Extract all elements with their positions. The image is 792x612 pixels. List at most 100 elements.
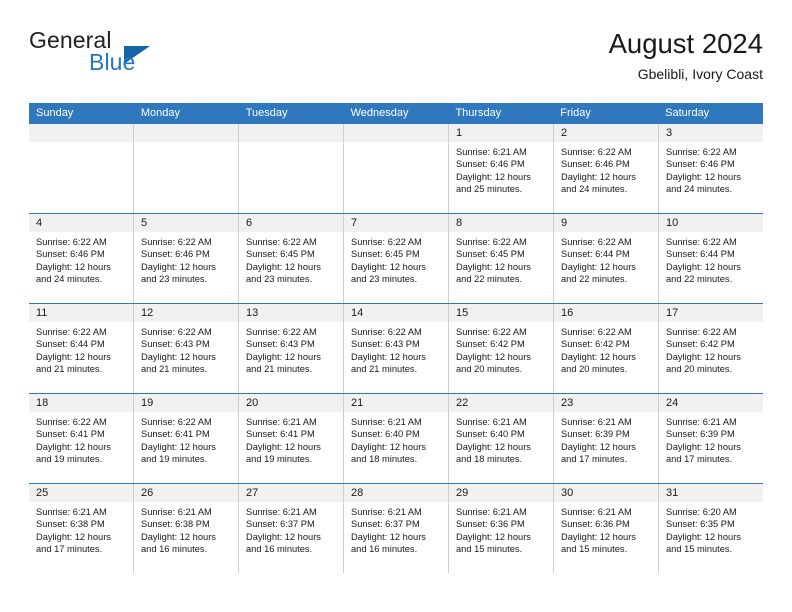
calendar-day-cell[interactable]: 6 Sunrise: 6:22 AM Sunset: 6:45 PM Daylight…	[239, 214, 344, 303]
day-number: 1	[456, 127, 463, 139]
calendar-day-cell[interactable]: 28 Sunrise: 6:21 AM Sunset: 6:37 PM Dayligh…	[344, 484, 449, 573]
calendar-day-cell-empty	[239, 124, 344, 213]
day-details: Sunrise: 6:21 AM Sunset: 6:40 PM Daylight:…	[449, 412, 553, 465]
sunrise-time: Sunrise: 6:22 AM	[351, 237, 422, 247]
daylight-duration-line2: and 16 minutes.	[246, 543, 313, 554]
day-number: 31	[666, 487, 679, 499]
calendar-day-cell[interactable]: 30 Sunrise: 6:21 AM Sunset: 6:36 PM Dayligh…	[554, 484, 659, 573]
weekday-header-saturday: Saturday	[665, 107, 710, 119]
sunrise-time: Sunrise: 6:21 AM	[246, 507, 317, 517]
sunset-time: Sunset: 6:43 PM	[246, 339, 315, 350]
calendar-day-cell[interactable]: 26 Sunrise: 6:21 AM Sunset: 6:38 PM Dayligh…	[134, 484, 239, 573]
calendar-day-cell[interactable]: 10 Sunrise: 6:22 AM Sunset: 6:44 PM Dayligh…	[659, 214, 763, 303]
day-number-bar	[239, 124, 343, 142]
daylight-duration-line1: Daylight: 12 hours	[246, 531, 321, 542]
day-number-bar	[344, 124, 448, 142]
calendar-day-cell[interactable]: 21 Sunrise: 6:21 AM Sunset: 6:40 PM Dayligh…	[344, 394, 449, 483]
sunset-time: Sunset: 6:42 PM	[456, 339, 525, 350]
calendar-day-cell[interactable]: 7 Sunrise: 6:22 AM Sunset: 6:45 PM Daylight…	[344, 214, 449, 303]
calendar-day-cell[interactable]: 2 Sunrise: 6:22 AM Sunset: 6:46 PM Daylight…	[554, 124, 659, 213]
daylight-duration-line2: and 15 minutes.	[456, 543, 523, 554]
calendar-day-cell[interactable]: 27 Sunrise: 6:21 AM Sunset: 6:37 PM Dayligh…	[239, 484, 344, 573]
calendar-day-cell[interactable]: 4 Sunrise: 6:22 AM Sunset: 6:46 PM Daylight…	[29, 214, 134, 303]
day-details: Sunrise: 6:22 AM Sunset: 6:43 PM Daylight:…	[134, 322, 238, 375]
calendar-day-cell[interactable]: 12 Sunrise: 6:22 AM Sunset: 6:43 PM Dayligh…	[134, 304, 239, 393]
daylight-duration-line2: and 22 minutes.	[456, 273, 523, 284]
daylight-duration-line1: Daylight: 12 hours	[36, 531, 111, 542]
day-number: 3	[666, 127, 673, 139]
day-number-bar: 8	[449, 214, 553, 232]
sunrise-time: Sunrise: 6:22 AM	[666, 327, 737, 337]
calendar-day-cell[interactable]: 9 Sunrise: 6:22 AM Sunset: 6:44 PM Daylight…	[554, 214, 659, 303]
calendar-day-cell[interactable]: 14 Sunrise: 6:22 AM Sunset: 6:43 PM Dayligh…	[344, 304, 449, 393]
day-number-bar: 24	[659, 394, 763, 412]
day-number-bar: 18	[29, 394, 133, 412]
day-details: Sunrise: 6:22 AM Sunset: 6:42 PM Daylight:…	[554, 322, 658, 375]
sunset-time: Sunset: 6:36 PM	[456, 519, 525, 530]
sunset-time: Sunset: 6:43 PM	[141, 339, 210, 350]
calendar-day-cell[interactable]: 16 Sunrise: 6:22 AM Sunset: 6:42 PM Dayligh…	[554, 304, 659, 393]
sunrise-time: Sunrise: 6:22 AM	[456, 237, 527, 247]
sunrise-time: Sunrise: 6:21 AM	[456, 507, 527, 517]
weekday-header-monday: Monday	[140, 107, 180, 119]
day-number: 30	[561, 487, 574, 499]
daylight-duration-line2: and 24 minutes.	[561, 183, 628, 194]
day-number-bar: 23	[554, 394, 658, 412]
calendar-day-cell[interactable]: 20 Sunrise: 6:21 AM Sunset: 6:41 PM Dayligh…	[239, 394, 344, 483]
sunrise-time: Sunrise: 6:22 AM	[141, 327, 212, 337]
day-details: Sunrise: 6:22 AM Sunset: 6:44 PM Daylight:…	[659, 232, 763, 285]
calendar-day-cell[interactable]: 13 Sunrise: 6:22 AM Sunset: 6:43 PM Dayligh…	[239, 304, 344, 393]
sunrise-time: Sunrise: 6:21 AM	[561, 417, 632, 427]
day-details: Sunrise: 6:21 AM Sunset: 6:46 PM Daylight:…	[449, 142, 553, 195]
day-number-bar: 11	[29, 304, 133, 322]
day-number: 9	[561, 217, 568, 229]
sunrise-time: Sunrise: 6:22 AM	[36, 237, 107, 247]
sunset-time: Sunset: 6:37 PM	[246, 519, 315, 530]
calendar-day-cell[interactable]: 8 Sunrise: 6:22 AM Sunset: 6:45 PM Daylight…	[449, 214, 554, 303]
sunset-time: Sunset: 6:42 PM	[561, 339, 630, 350]
calendar-day-cell[interactable]: 31 Sunrise: 6:20 AM Sunset: 6:35 PM Dayligh…	[659, 484, 763, 573]
day-details: Sunrise: 6:21 AM Sunset: 6:36 PM Daylight:…	[554, 502, 658, 555]
calendar-page: General Blue August 2024 Gbelibli, Ivory…	[0, 0, 792, 612]
calendar-day-cell[interactable]: 1 Sunrise: 6:21 AM Sunset: 6:46 PM Daylight…	[449, 124, 554, 213]
calendar-day-cell[interactable]: 18 Sunrise: 6:22 AM Sunset: 6:41 PM Dayligh…	[29, 394, 134, 483]
day-details: Sunrise: 6:22 AM Sunset: 6:45 PM Daylight:…	[344, 232, 448, 285]
day-number-bar: 25	[29, 484, 133, 502]
calendar-day-cell[interactable]: 29 Sunrise: 6:21 AM Sunset: 6:36 PM Dayligh…	[449, 484, 554, 573]
day-number-bar: 30	[554, 484, 658, 502]
calendar-day-cell[interactable]: 22 Sunrise: 6:21 AM Sunset: 6:40 PM Dayligh…	[449, 394, 554, 483]
calendar-day-cell[interactable]: 17 Sunrise: 6:22 AM Sunset: 6:42 PM Dayligh…	[659, 304, 763, 393]
day-number: 19	[141, 397, 154, 409]
calendar-day-cell[interactable]: 3 Sunrise: 6:22 AM Sunset: 6:46 PM Daylight…	[659, 124, 763, 213]
daylight-duration-line2: and 24 minutes.	[36, 273, 103, 284]
day-number: 14	[351, 307, 364, 319]
calendar-day-cell[interactable]: 19 Sunrise: 6:22 AM Sunset: 6:41 PM Dayligh…	[134, 394, 239, 483]
calendar-day-cell[interactable]: 15 Sunrise: 6:22 AM Sunset: 6:42 PM Dayligh…	[449, 304, 554, 393]
day-details: Sunrise: 6:22 AM Sunset: 6:43 PM Daylight:…	[239, 322, 343, 375]
calendar-day-cell[interactable]: 5 Sunrise: 6:22 AM Sunset: 6:46 PM Daylight…	[134, 214, 239, 303]
calendar-day-cell[interactable]: 24 Sunrise: 6:21 AM Sunset: 6:39 PM Dayligh…	[659, 394, 763, 483]
sunrise-time: Sunrise: 6:21 AM	[456, 417, 527, 427]
weekday-header-row: Sunday Monday Tuesday Wednesday Thursday…	[29, 103, 763, 124]
sunset-time: Sunset: 6:40 PM	[351, 429, 420, 440]
daylight-duration-line1: Daylight: 12 hours	[456, 261, 531, 272]
day-number: 2	[561, 127, 568, 139]
sunset-time: Sunset: 6:44 PM	[561, 249, 630, 260]
daylight-duration-line1: Daylight: 12 hours	[666, 441, 741, 452]
calendar-day-cell[interactable]: 23 Sunrise: 6:21 AM Sunset: 6:39 PM Dayligh…	[554, 394, 659, 483]
daylight-duration-line1: Daylight: 12 hours	[36, 441, 111, 452]
weekday-header-sunday: Sunday	[36, 107, 74, 119]
calendar-day-cell[interactable]: 11 Sunrise: 6:22 AM Sunset: 6:44 PM Dayligh…	[29, 304, 134, 393]
page-header: General Blue August 2024 Gbelibli, Ivory…	[29, 27, 763, 97]
calendar-week-row: 1 Sunrise: 6:21 AM Sunset: 6:46 PM Daylight…	[29, 124, 763, 213]
day-details: Sunrise: 6:21 AM Sunset: 6:37 PM Daylight:…	[239, 502, 343, 555]
daylight-duration-line1: Daylight: 12 hours	[36, 351, 111, 362]
calendar-day-cell[interactable]: 25 Sunrise: 6:21 AM Sunset: 6:38 PM Dayligh…	[29, 484, 134, 573]
sunrise-time: Sunrise: 6:22 AM	[141, 237, 212, 247]
daylight-duration-line2: and 20 minutes.	[456, 363, 523, 374]
day-number: 5	[141, 217, 148, 229]
day-number: 26	[141, 487, 154, 499]
daylight-duration-line1: Daylight: 12 hours	[351, 351, 426, 362]
daylight-duration-line2: and 19 minutes.	[246, 453, 313, 464]
sunset-time: Sunset: 6:46 PM	[561, 159, 630, 170]
